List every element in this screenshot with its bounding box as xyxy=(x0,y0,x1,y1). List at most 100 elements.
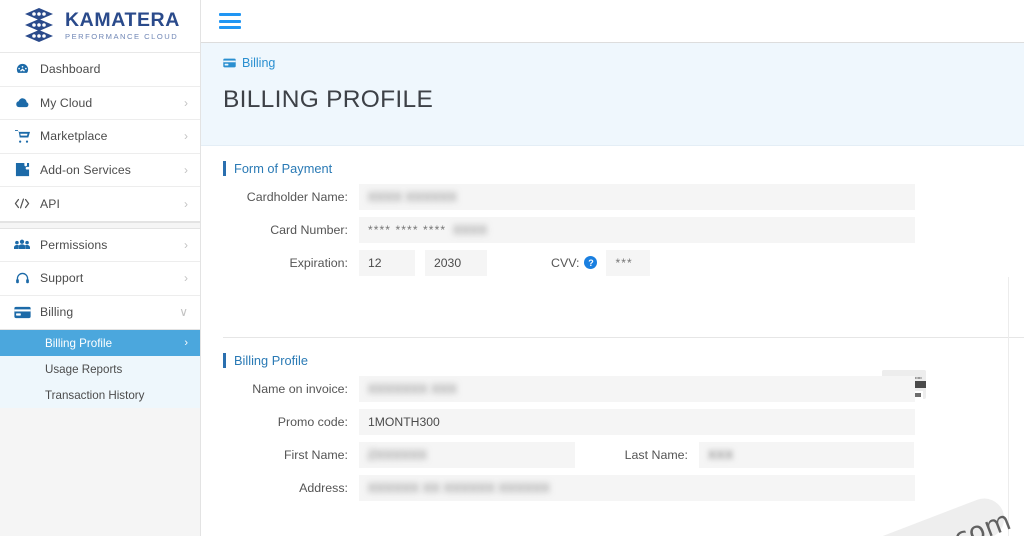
page-header: Billing BILLING PROFILE xyxy=(201,43,1024,146)
section-header-billing-profile: Billing Profile xyxy=(223,352,1024,368)
cardholder-name-label: Cardholder Name: xyxy=(246,189,348,204)
expiration-month-field[interactable]: 12 xyxy=(359,249,415,276)
address-field[interactable]: XXXXXX XX XXXXXX XXXXXX xyxy=(359,474,915,501)
puzzle-piece-icon xyxy=(11,162,33,177)
last-name-value: XXX xyxy=(708,447,734,462)
sidebar-item-support[interactable]: Support › xyxy=(0,262,200,296)
breadcrumb-label: Billing xyxy=(242,56,276,70)
sidebar-item-label: Add-on Services xyxy=(40,162,131,177)
section-header-form-of-payment: Form of Payment xyxy=(223,160,1024,176)
expiration-year-field[interactable]: 2030 xyxy=(425,249,487,276)
top-bar xyxy=(201,0,1024,43)
question-mark-icon[interactable]: ? xyxy=(584,256,598,270)
name-on-invoice-field[interactable]: XXXXXXX XXX xyxy=(359,375,915,402)
sidebar: KAMATERA PERFORMANCE CLOUD Dashboard My … xyxy=(0,0,201,536)
expiration-month-value: 12 xyxy=(368,255,382,270)
promo-code-value: 1MONTH300 xyxy=(368,414,440,429)
hamburger-bar xyxy=(219,19,241,23)
sidebar-group-primary: Dashboard My Cloud › Marketplace › Add-o… xyxy=(0,53,200,222)
content-right-rule xyxy=(1008,276,1009,536)
brand-name: KAMATERA xyxy=(65,9,180,31)
sidebar-item-my-cloud[interactable]: My Cloud › xyxy=(0,86,200,120)
row-name-on-invoice: Name on invoice: XXXXXXX XXX xyxy=(223,375,1024,402)
row-cardholder-name: Cardholder Name: XXXX XXXXXX xyxy=(223,183,1024,210)
sidebar-item-label: My Cloud xyxy=(40,95,93,110)
expiration-label: Expiration: xyxy=(289,255,348,270)
sidebar-item-permissions[interactable]: Permissions › xyxy=(0,228,200,262)
chevron-right-icon: › xyxy=(184,337,188,349)
last-name-label: Last Name: xyxy=(624,447,688,462)
cvv-field[interactable]: *** xyxy=(606,249,651,276)
users-group-icon xyxy=(11,238,33,251)
sidebar-item-label: Transaction History xyxy=(45,388,145,402)
accent-bar xyxy=(223,352,226,368)
sidebar-item-label: Billing xyxy=(40,305,74,320)
first-name-field[interactable]: ZXXXXXX xyxy=(359,441,575,468)
watermark: www.tianic.com xyxy=(800,505,1016,536)
cardholder-name-value: XXXX XXXXXX xyxy=(368,189,458,204)
address-value: XXXXXX XX XXXXXX XXXXXX xyxy=(368,480,550,495)
last-name-field[interactable]: XXX xyxy=(699,441,914,468)
hamburger-icon[interactable] xyxy=(219,13,241,29)
sidebar-item-usage-reports[interactable]: Usage Reports xyxy=(0,356,200,382)
cardholder-name-field[interactable]: XXXX XXXXXX xyxy=(359,183,915,210)
expiration-year-value: 2030 xyxy=(434,255,462,270)
sidebar-item-marketplace[interactable]: Marketplace › xyxy=(0,120,200,154)
sidebar-item-transaction-history[interactable]: Transaction History xyxy=(0,382,200,408)
sidebar-item-label: Permissions xyxy=(40,237,108,252)
sidebar-item-label: Billing Profile xyxy=(45,336,113,350)
credit-card-icon xyxy=(11,306,33,319)
promo-code-label: Promo code: xyxy=(277,414,348,429)
sidebar-group-divider xyxy=(0,221,200,229)
row-first-last-name: First Name: ZXXXXXX Last Name: XXX xyxy=(223,441,1024,468)
chevron-right-icon: › xyxy=(184,95,188,110)
sidebar-item-add-on-services[interactable]: Add-on Services › xyxy=(0,153,200,187)
hamburger-bar xyxy=(219,13,241,16)
chevron-right-icon: › xyxy=(184,162,188,177)
credit-card-icon xyxy=(223,58,236,68)
row-card-number: Card Number: **** **** **** XXXX xyxy=(223,216,1024,243)
update-card-row: Update Card xyxy=(223,290,1024,323)
sidebar-item-label: Support xyxy=(40,271,84,286)
dashboard-gauge-icon xyxy=(11,62,33,77)
sidebar-item-billing[interactable]: Billing ∨ xyxy=(0,295,200,329)
promo-code-field[interactable]: 1MONTH300 xyxy=(359,408,915,435)
brand-logo[interactable]: KAMATERA PERFORMANCE CLOUD xyxy=(0,0,200,53)
card-number-masked: **** **** **** xyxy=(368,222,447,237)
row-expiration: Expiration: 12 2030 CVV: ? *** xyxy=(223,249,1024,276)
card-top xyxy=(882,369,926,375)
sidebar-item-label: Dashboard xyxy=(40,62,101,77)
sidebar-nav: Dashboard My Cloud › Marketplace › Add-o… xyxy=(0,53,200,408)
sidebar-item-api[interactable]: API › xyxy=(0,187,200,221)
brand-text: KAMATERA PERFORMANCE CLOUD xyxy=(65,10,180,42)
sidebar-item-label: Marketplace xyxy=(40,129,108,144)
row-address: Address: XXXXXX XX XXXXXX XXXXXX xyxy=(223,474,1024,501)
sidebar-item-label: API xyxy=(40,196,60,211)
hamburger-bar xyxy=(219,26,241,29)
sidebar-item-dashboard[interactable]: Dashboard xyxy=(0,53,200,87)
sidebar-item-billing-profile[interactable]: Billing Profile › xyxy=(0,330,200,356)
code-brackets-icon xyxy=(11,197,33,210)
card-number-field[interactable]: **** **** **** XXXX xyxy=(359,216,915,243)
chevron-right-icon: › xyxy=(184,196,188,211)
sidebar-group-secondary: Permissions › Support › Billing ∨ xyxy=(0,228,200,330)
breadcrumb[interactable]: Billing xyxy=(223,56,1024,70)
cvv-value: *** xyxy=(615,255,633,270)
main-area: Billing BILLING PROFILE Form of Payment … xyxy=(201,0,1024,536)
sidebar-item-label: Usage Reports xyxy=(45,362,123,376)
headset-icon xyxy=(11,271,33,286)
content-inner: Form of Payment Cardholder Name: XXXX XX… xyxy=(223,160,1024,501)
shopping-cart-icon xyxy=(11,129,33,144)
accent-bar xyxy=(223,160,226,176)
chevron-right-icon: › xyxy=(184,271,188,286)
cloud-icon xyxy=(11,96,33,110)
address-label: Address: xyxy=(299,480,348,495)
chevron-down-icon: ∨ xyxy=(179,305,188,320)
billing-submenu: Billing Profile › Usage Reports Transact… xyxy=(0,330,200,408)
chevron-right-icon: › xyxy=(184,237,188,252)
section-title: Form of Payment xyxy=(234,160,333,176)
card-number-last4: XXXX xyxy=(453,222,488,237)
stacked-layers-logo-icon xyxy=(25,8,53,42)
first-name-value: ZXXXXXX xyxy=(368,447,428,462)
card-number-label: Card Number: xyxy=(270,222,348,237)
